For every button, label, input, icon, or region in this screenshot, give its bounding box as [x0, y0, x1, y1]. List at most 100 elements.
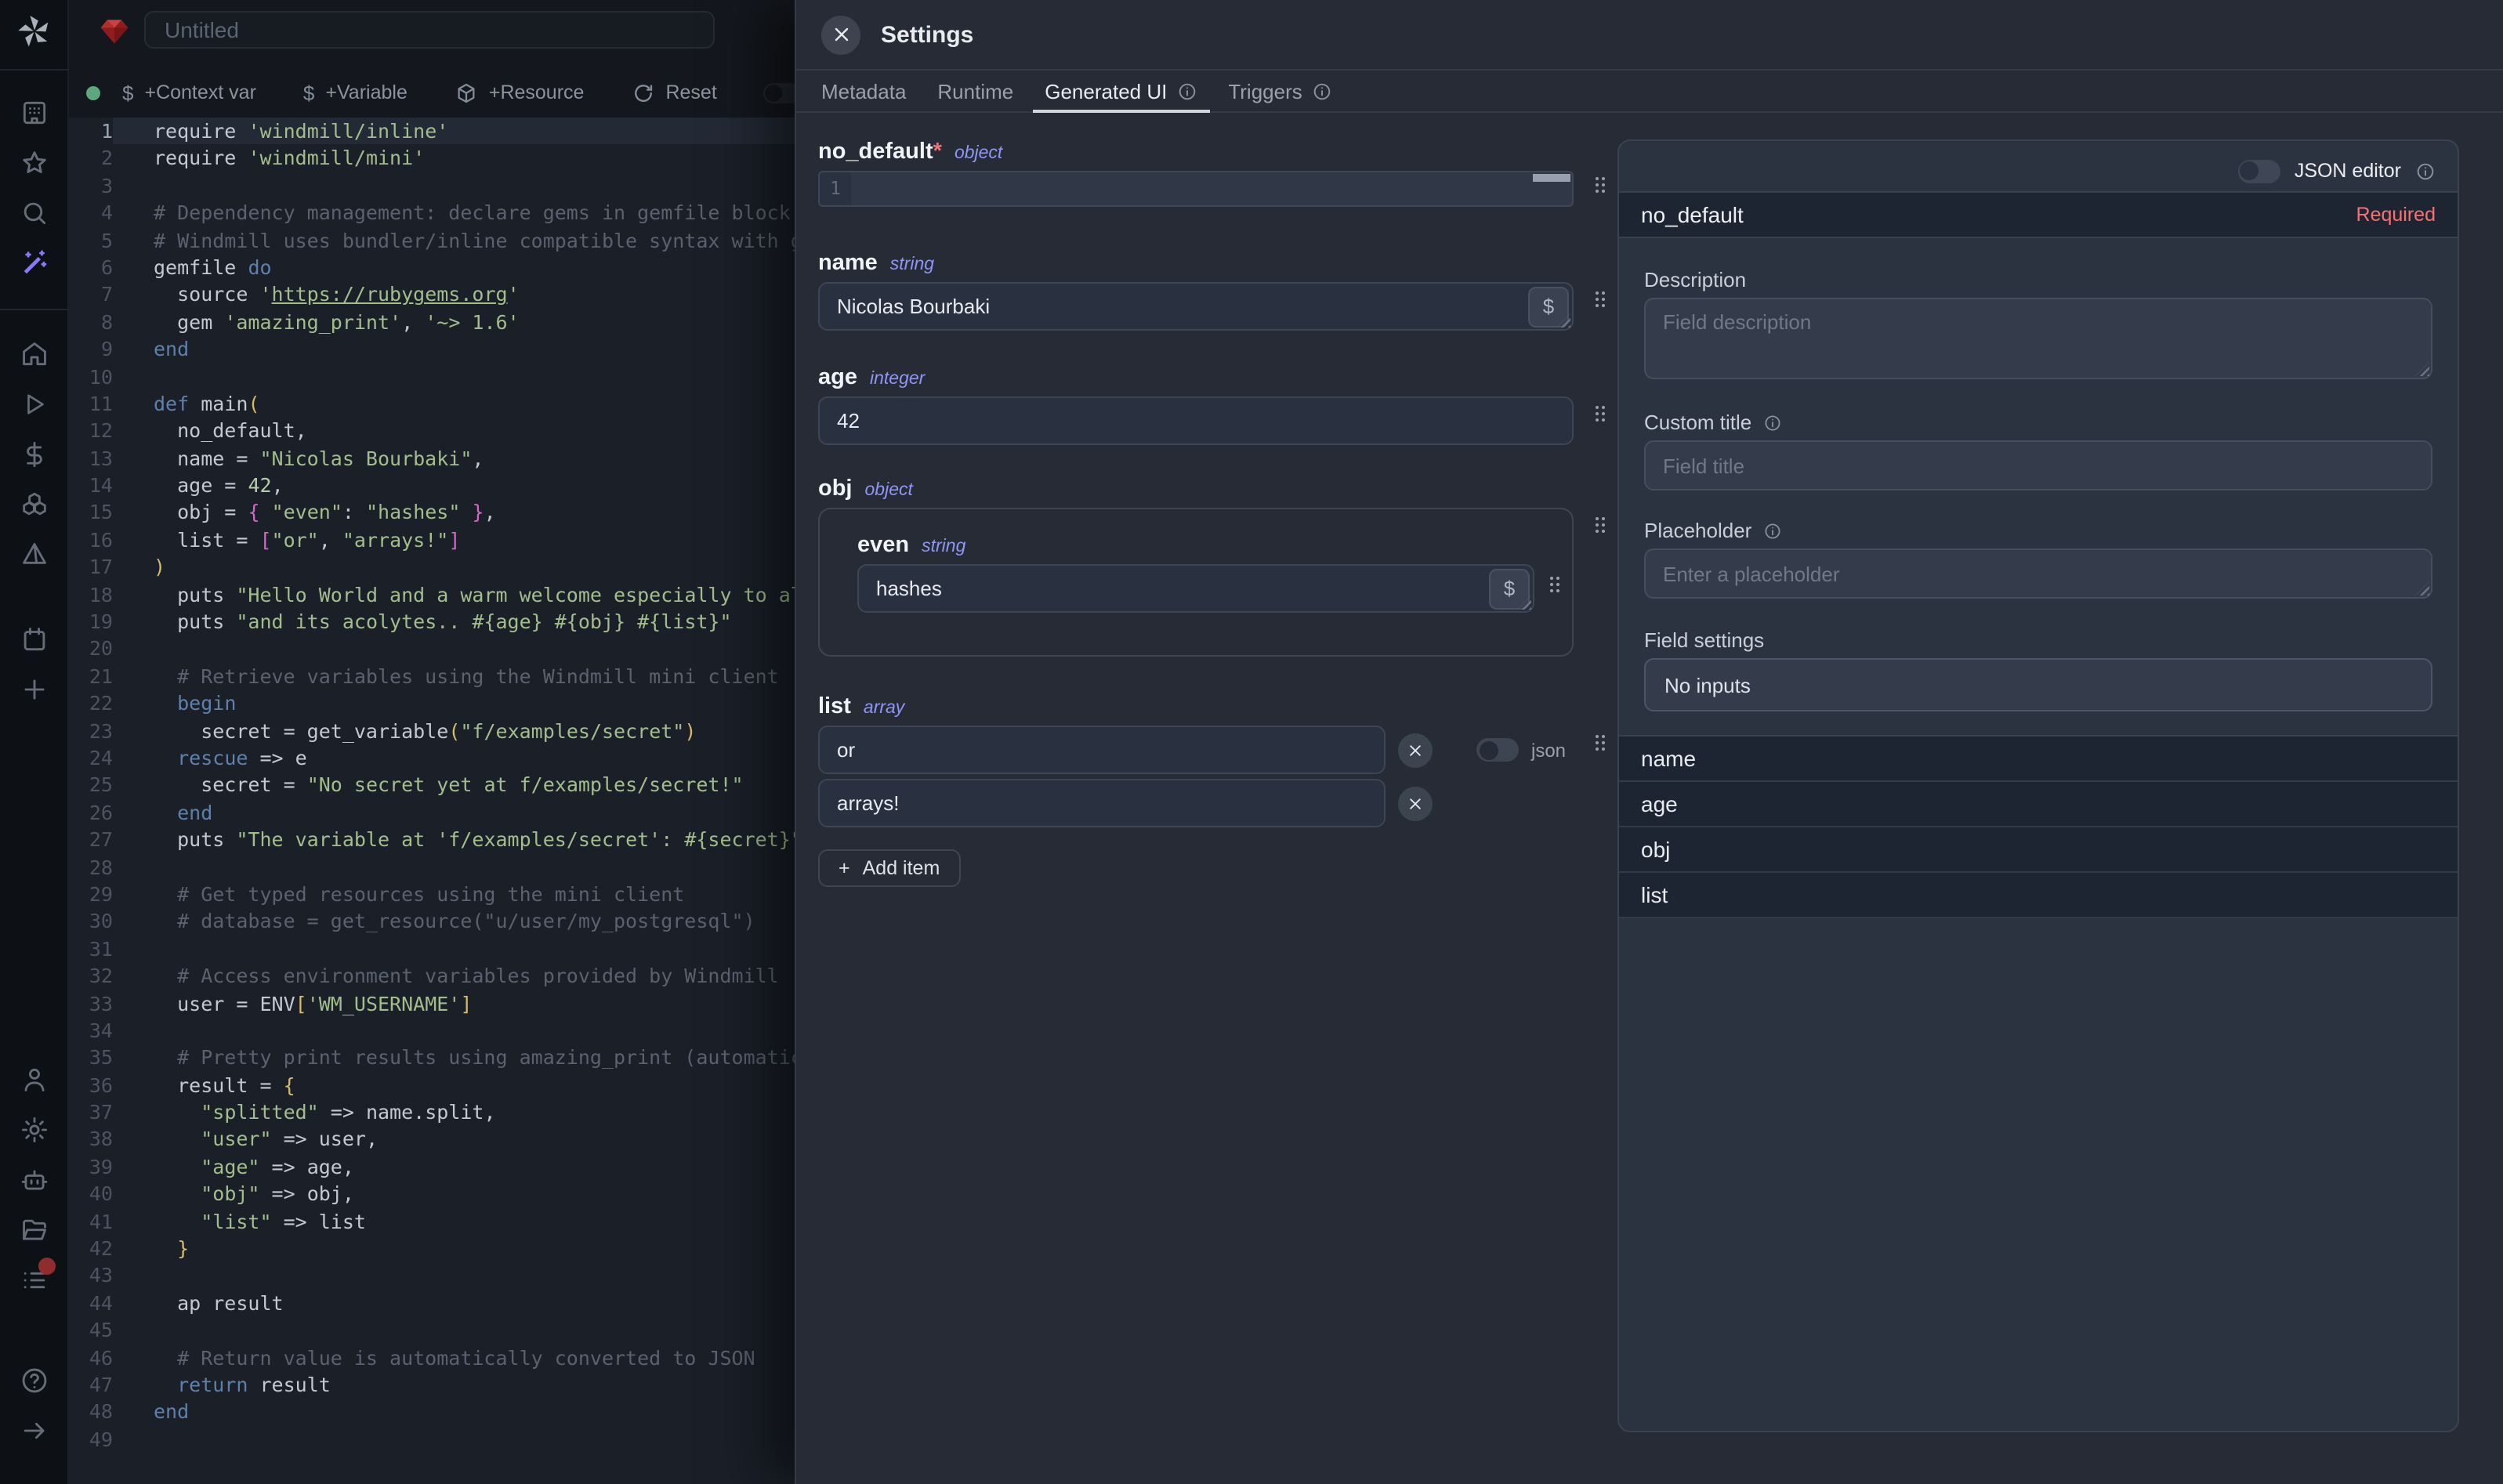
line-number: 13	[69, 444, 113, 472]
scrollbar-thumb[interactable]	[1533, 174, 1570, 181]
line-number: 29	[69, 881, 113, 908]
age-input[interactable]	[818, 396, 1574, 445]
tab-generated-ui[interactable]: Generated UI	[1029, 71, 1212, 111]
field-type: string	[890, 255, 934, 274]
search-icon[interactable]	[20, 198, 49, 228]
line-number: 9	[69, 335, 113, 363]
star-icon[interactable]	[20, 148, 49, 178]
line-number: 25	[69, 772, 113, 799]
drawer-body: no_default* object 1 name string	[796, 114, 2503, 1484]
user-icon[interactable]	[20, 1065, 49, 1095]
reset-button[interactable]: Reset	[631, 81, 716, 104]
line-number: 26	[69, 799, 113, 827]
boxes-icon[interactable]	[20, 490, 49, 519]
line-number: 22	[69, 690, 113, 717]
custom-title-label: Custom title	[1644, 411, 1751, 434]
info-icon[interactable]	[2415, 161, 2436, 181]
folder-open-icon[interactable]	[20, 1215, 49, 1245]
add-resource-button[interactable]: +Resource	[455, 81, 585, 104]
object-json-editor[interactable]: 1	[818, 171, 1574, 207]
line-number: 38	[69, 1126, 113, 1153]
drag-handle-icon[interactable]	[1596, 291, 1608, 310]
line-number: 35	[69, 1044, 113, 1072]
field-row-name[interactable]: name	[1619, 737, 2458, 782]
line-number: 6	[69, 254, 113, 281]
line-number: 43	[69, 1262, 113, 1290]
info-icon[interactable]	[1762, 413, 1781, 432]
play-icon[interactable]	[20, 390, 49, 418]
remove-item-icon[interactable]	[1398, 733, 1433, 767]
tab-runtime[interactable]: Runtime	[922, 71, 1029, 111]
list-item-input[interactable]	[818, 779, 1386, 827]
add-variable-button[interactable]: $ +Variable	[303, 81, 408, 104]
drag-handle-icon[interactable]	[1596, 177, 1608, 196]
description-label: Description	[1644, 268, 2432, 291]
dollar-icon[interactable]	[20, 440, 49, 469]
info-icon[interactable]	[1312, 81, 1332, 101]
help-icon[interactable]	[20, 1366, 49, 1395]
json-toggle[interactable]	[1476, 738, 1519, 762]
pyramid-icon[interactable]	[20, 540, 49, 570]
field-settings-label: Field settings	[1644, 628, 2432, 652]
field-list-rows: nameageobjlist	[1619, 735, 2458, 918]
remove-item-icon[interactable]	[1398, 786, 1433, 820]
json-editor-toggle[interactable]	[2238, 159, 2280, 183]
add-context-var-button[interactable]: $ +Context var	[122, 81, 256, 104]
field-row-list[interactable]: list	[1619, 873, 2458, 918]
bot-icon[interactable]	[20, 1165, 49, 1195]
list-item-input[interactable]	[818, 726, 1386, 774]
gear-icon[interactable]	[20, 1115, 49, 1145]
status-dot	[86, 85, 100, 100]
building-icon[interactable]	[20, 98, 49, 128]
tab-triggers[interactable]: Triggers	[1212, 71, 1347, 111]
placeholder-textarea[interactable]	[1644, 548, 2432, 599]
custom-title-input[interactable]	[1644, 440, 2432, 490]
settings-drawer: Settings Metadata Runtime Generated UI T…	[795, 0, 2503, 1484]
info-icon[interactable]	[1176, 81, 1197, 101]
drawer-title: Settings	[881, 21, 973, 48]
drawer-header: Settings	[796, 0, 2503, 71]
line-number: 11	[69, 390, 113, 418]
calendar-icon[interactable]	[20, 624, 49, 654]
drag-handle-icon[interactable]	[1596, 406, 1608, 425]
line-number: 3	[69, 172, 113, 200]
line-number: 33	[69, 990, 113, 1017]
arrow-right-icon[interactable]	[20, 1416, 49, 1446]
dollar-icon: $	[122, 81, 133, 104]
even-input[interactable]	[857, 564, 1534, 613]
close-icon[interactable]	[821, 15, 860, 54]
variable-picker-button[interactable]: $	[1489, 568, 1530, 609]
line-number: 4	[69, 199, 113, 226]
line-number: 1	[69, 118, 113, 145]
windmill-logo-icon[interactable]	[16, 13, 53, 50]
line-number: 36	[69, 1071, 113, 1099]
info-icon[interactable]	[1762, 521, 1781, 540]
variable-picker-button[interactable]: $	[1528, 286, 1569, 327]
field-settings-select[interactable]: No inputs	[1644, 658, 2432, 711]
line-number: 42	[69, 1235, 113, 1262]
tab-metadata[interactable]: Metadata	[806, 71, 922, 111]
home-icon[interactable]	[20, 339, 49, 369]
drag-handle-icon[interactable]	[1550, 577, 1563, 595]
add-item-button[interactable]: + Add item	[818, 849, 960, 887]
field-type: object	[865, 481, 913, 500]
plus-icon[interactable]	[20, 675, 49, 704]
line-number: 5	[69, 226, 113, 254]
field-row-obj[interactable]: obj	[1619, 827, 2458, 873]
drag-handle-icon[interactable]	[1596, 517, 1608, 536]
line-number: 41	[69, 1207, 113, 1235]
line-number: 23	[69, 717, 113, 744]
wand-icon[interactable]	[20, 248, 49, 278]
field-row-age[interactable]: age	[1619, 782, 2458, 827]
line-number: 45	[69, 1316, 113, 1344]
drag-handle-icon[interactable]	[1596, 735, 1608, 754]
line-number: 46	[69, 1344, 113, 1371]
script-title-input[interactable]	[144, 11, 715, 49]
name-input[interactable]	[818, 282, 1574, 331]
field-name: name string $	[818, 251, 1574, 331]
logs-icon[interactable]	[20, 1265, 49, 1295]
line-number: 31	[69, 935, 113, 962]
selected-field-row[interactable]: no_default Required	[1619, 191, 2458, 238]
description-textarea[interactable]	[1644, 298, 2432, 379]
settings-tabs: Metadata Runtime Generated UI Triggers	[796, 71, 2503, 113]
